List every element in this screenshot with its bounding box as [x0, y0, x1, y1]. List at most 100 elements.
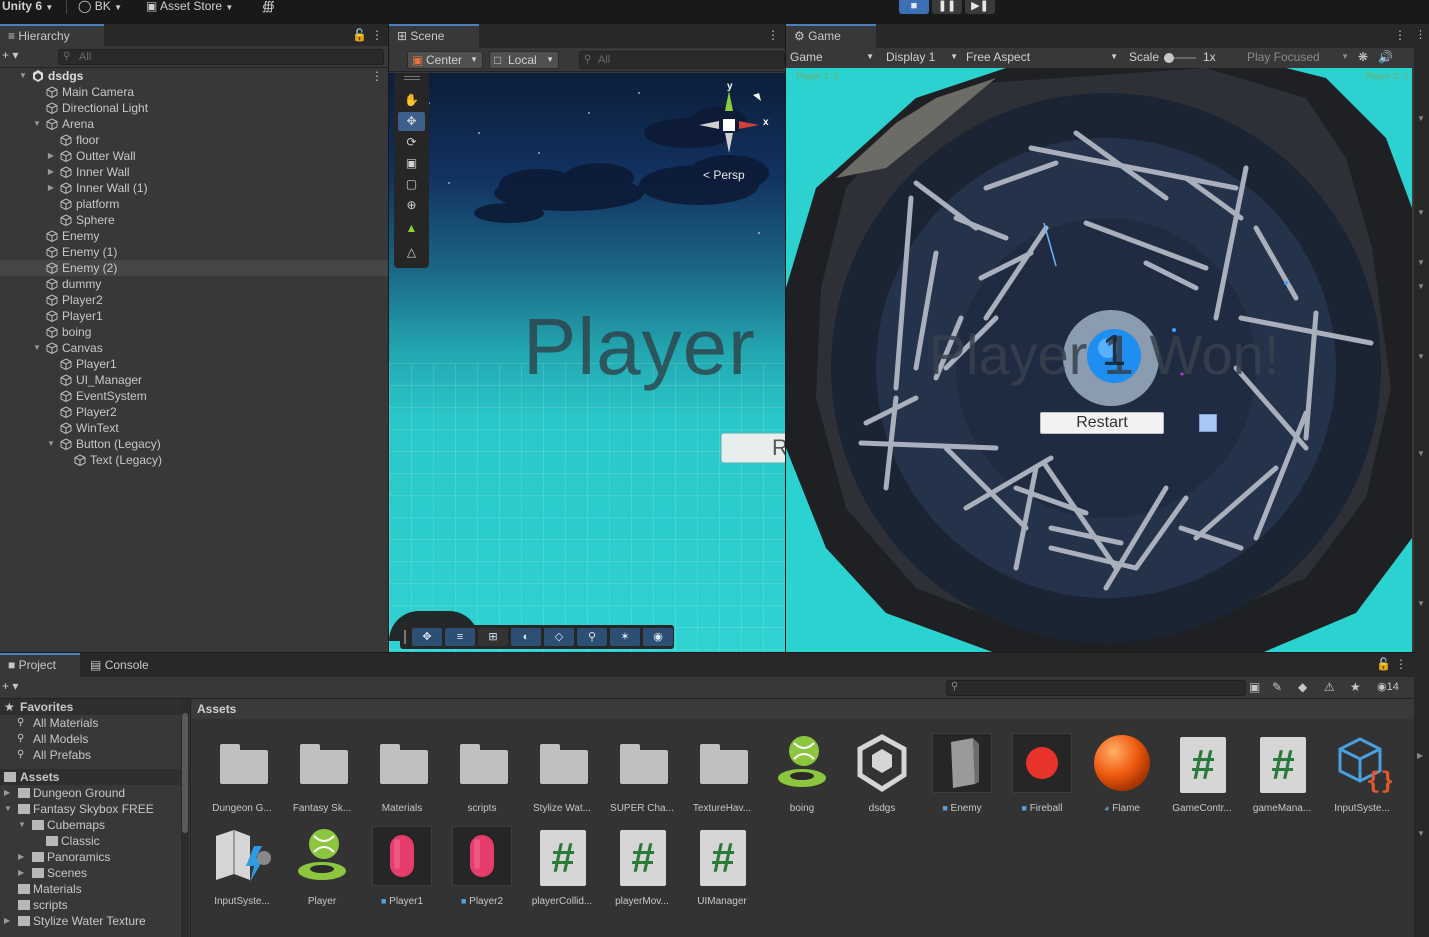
asset-item[interactable]: TextureHav... — [682, 733, 762, 823]
asset-item[interactable]: ■ Fireball — [1002, 733, 1082, 823]
scene-viewport[interactable]: Player R y x < Persp ✋ ✥ ⟳ ▣ ▢ ⊕ ▲ △ ✥ ≡… — [389, 73, 785, 652]
expand-closed-icon[interactable]: ▶ — [46, 148, 56, 164]
move-snap-icon[interactable]: ✥ — [412, 628, 442, 646]
version-control-icon[interactable]: ∰ — [262, 0, 275, 14]
lock-icon[interactable]: 🔓 — [1376, 657, 1391, 671]
account-button[interactable]: ◯ BK ▼ — [78, 0, 122, 14]
asset-item[interactable]: Materials — [362, 733, 442, 823]
hierarchy-item[interactable]: WinText — [0, 420, 388, 436]
camera-icon[interactable]: ◉ — [643, 628, 673, 646]
hierarchy-item[interactable]: platform — [0, 196, 388, 212]
transform-tool-icon[interactable]: ⊕ — [398, 196, 425, 215]
star-icon[interactable]: ★ — [1350, 680, 1361, 694]
hierarchy-item[interactable]: Player1 — [0, 356, 388, 372]
scene-search-icon[interactable]: ⚲ — [577, 628, 607, 646]
asset-item[interactable]: # GameContr... — [1162, 733, 1242, 823]
hierarchy-item[interactable]: EventSystem — [0, 388, 388, 404]
game-viewport[interactable]: Player 1: 0 Player 2: 0 Player 1 Won! 1 … — [786, 68, 1412, 652]
kebab-menu-icon[interactable]: ⋮ — [371, 28, 383, 42]
audio-icon[interactable]: 🔊 — [1378, 48, 1393, 68]
asset-item[interactable]: # playerCollid... — [522, 826, 602, 916]
filter-label-icon[interactable]: ✎ — [1272, 680, 1282, 694]
hierarchy-item[interactable]: Main Camera — [0, 84, 388, 100]
play-button[interactable]: ■ — [899, 0, 929, 14]
chevron-down-icon[interactable]: ▼ — [1417, 829, 1425, 838]
assets-header[interactable]: Assets — [0, 769, 190, 785]
tab-game[interactable]: ⚙ Game — [786, 24, 876, 48]
asset-item[interactable]: # UIManager — [682, 826, 762, 916]
project-folder-item[interactable]: Materials — [0, 881, 190, 897]
hierarchy-item[interactable]: ▼ Canvas — [0, 340, 388, 356]
layers-icon[interactable]: ◇ — [544, 628, 574, 646]
hierarchy-item[interactable]: Player2 — [0, 292, 388, 308]
expand-closed-icon[interactable]: ▶ — [18, 865, 24, 881]
asset-item[interactable]: SUPER Cha... — [602, 733, 682, 823]
asset-item[interactable]: Dungeon G... — [202, 733, 282, 823]
asset-item[interactable]: ■ Player2 — [442, 826, 522, 916]
project-folder-item[interactable]: scripts — [0, 897, 190, 913]
hierarchy-item[interactable]: Enemy (1) — [0, 244, 388, 260]
chevron-right-icon[interactable]: ▶ — [1417, 751, 1423, 760]
hierarchy-item[interactable]: ▼ Arena — [0, 116, 388, 132]
space-dropdown[interactable]: □ Local ▼ — [489, 51, 559, 69]
unity-menu-button[interactable]: Unity 6 ▼ — [2, 0, 53, 14]
drag-handle[interactable] — [404, 76, 420, 80]
hierarchy-item[interactable]: ▼ dsdgs ⋮ — [0, 68, 388, 84]
asset-item[interactable]: InputSyste... — [202, 826, 282, 916]
expand-open-icon[interactable]: ▼ — [18, 817, 26, 833]
favorites-header[interactable]: ★ Favorites — [0, 699, 190, 715]
chevron-down-icon[interactable]: ▼ — [1417, 282, 1425, 291]
asset-item[interactable]: # gameMana... — [1242, 733, 1322, 823]
shading-mode-icon[interactable]: ◐ — [511, 628, 541, 646]
expand-open-icon[interactable]: ▼ — [32, 116, 42, 132]
asset-item[interactable]: boing — [762, 733, 842, 823]
hierarchy-item[interactable]: ▶ Inner Wall (1) — [0, 180, 388, 196]
custom-tool-cube-icon[interactable]: ▲ — [398, 219, 425, 238]
bug-icon[interactable]: ❋ — [1358, 48, 1368, 68]
rotate-tool-icon[interactable]: ⟳ — [398, 133, 425, 152]
hierarchy-item[interactable]: Enemy — [0, 228, 388, 244]
play-focused-dropdown[interactable]: Play Focused ▼ — [1247, 48, 1351, 68]
project-folder-item[interactable]: ▶ Stylize Water Texture — [0, 913, 190, 929]
orientation-gizmo[interactable]: y x — [689, 81, 779, 173]
chevron-down-icon[interactable]: ▼ — [1417, 258, 1425, 267]
expand-closed-icon[interactable]: ▶ — [4, 913, 10, 929]
kebab-menu-icon[interactable]: ⋮ — [1395, 657, 1407, 671]
settings-sliders-icon[interactable]: ≡ — [445, 628, 475, 646]
project-folder-item[interactable]: ▶ Scenes — [0, 865, 190, 881]
scale-tool-icon[interactable]: ▣ — [398, 154, 425, 173]
expand-open-icon[interactable]: ▼ — [46, 436, 56, 452]
project-folder-item[interactable]: ▶ Panoramics — [0, 849, 190, 865]
asset-item[interactable]: Player — [282, 826, 362, 916]
asset-item[interactable]: dsdgs — [842, 733, 922, 823]
scrollbar-thumb[interactable] — [182, 713, 188, 833]
favorite-item[interactable]: ⚲ All Models — [0, 731, 190, 747]
expand-open-icon[interactable]: ▼ — [18, 68, 28, 84]
kebab-menu-icon[interactable]: ⋮ — [1394, 28, 1406, 42]
asset-item[interactable]: ■ Player1 — [362, 826, 442, 916]
project-folder-item[interactable]: Classic — [0, 833, 190, 849]
tag-icon[interactable]: ◆ — [1298, 680, 1307, 694]
move-tool-icon[interactable]: ✥ — [398, 112, 425, 131]
hierarchy-item[interactable]: Enemy (2) — [0, 260, 388, 276]
asset-item[interactable]: Stylize Wat... — [522, 733, 602, 823]
hierarchy-item[interactable]: Player2 — [0, 404, 388, 420]
asset-item[interactable]: ◕ Flame — [1082, 733, 1162, 823]
project-folder-item[interactable]: ▼ Cubemaps — [0, 817, 190, 833]
search-by-type-icon[interactable]: ▣ — [1249, 680, 1260, 694]
tab-scene[interactable]: ⊞ Scene — [389, 24, 479, 48]
hierarchy-item[interactable]: floor — [0, 132, 388, 148]
step-button[interactable]: ▶❚ — [965, 0, 995, 14]
hierarchy-search-input[interactable]: ⚲ All — [58, 49, 384, 65]
expand-open-icon[interactable]: ▼ — [4, 801, 12, 817]
chevron-down-icon[interactable]: ▼ — [1417, 208, 1425, 217]
asset-item[interactable]: # playerMov... — [602, 826, 682, 916]
hierarchy-item[interactable]: Sphere — [0, 212, 388, 228]
expand-closed-icon[interactable]: ▶ — [4, 785, 10, 801]
chevron-down-icon[interactable]: ▼ — [1417, 352, 1425, 361]
asset-item[interactable]: {} InputSyste... — [1322, 733, 1402, 823]
hierarchy-item[interactable]: Directional Light — [0, 100, 388, 116]
add-dropdown[interactable]: + ▾ — [2, 48, 18, 62]
asset-store-button[interactable]: ▣ Asset Store ▼ — [146, 0, 233, 14]
rect-tool-icon[interactable]: ▢ — [398, 175, 425, 194]
